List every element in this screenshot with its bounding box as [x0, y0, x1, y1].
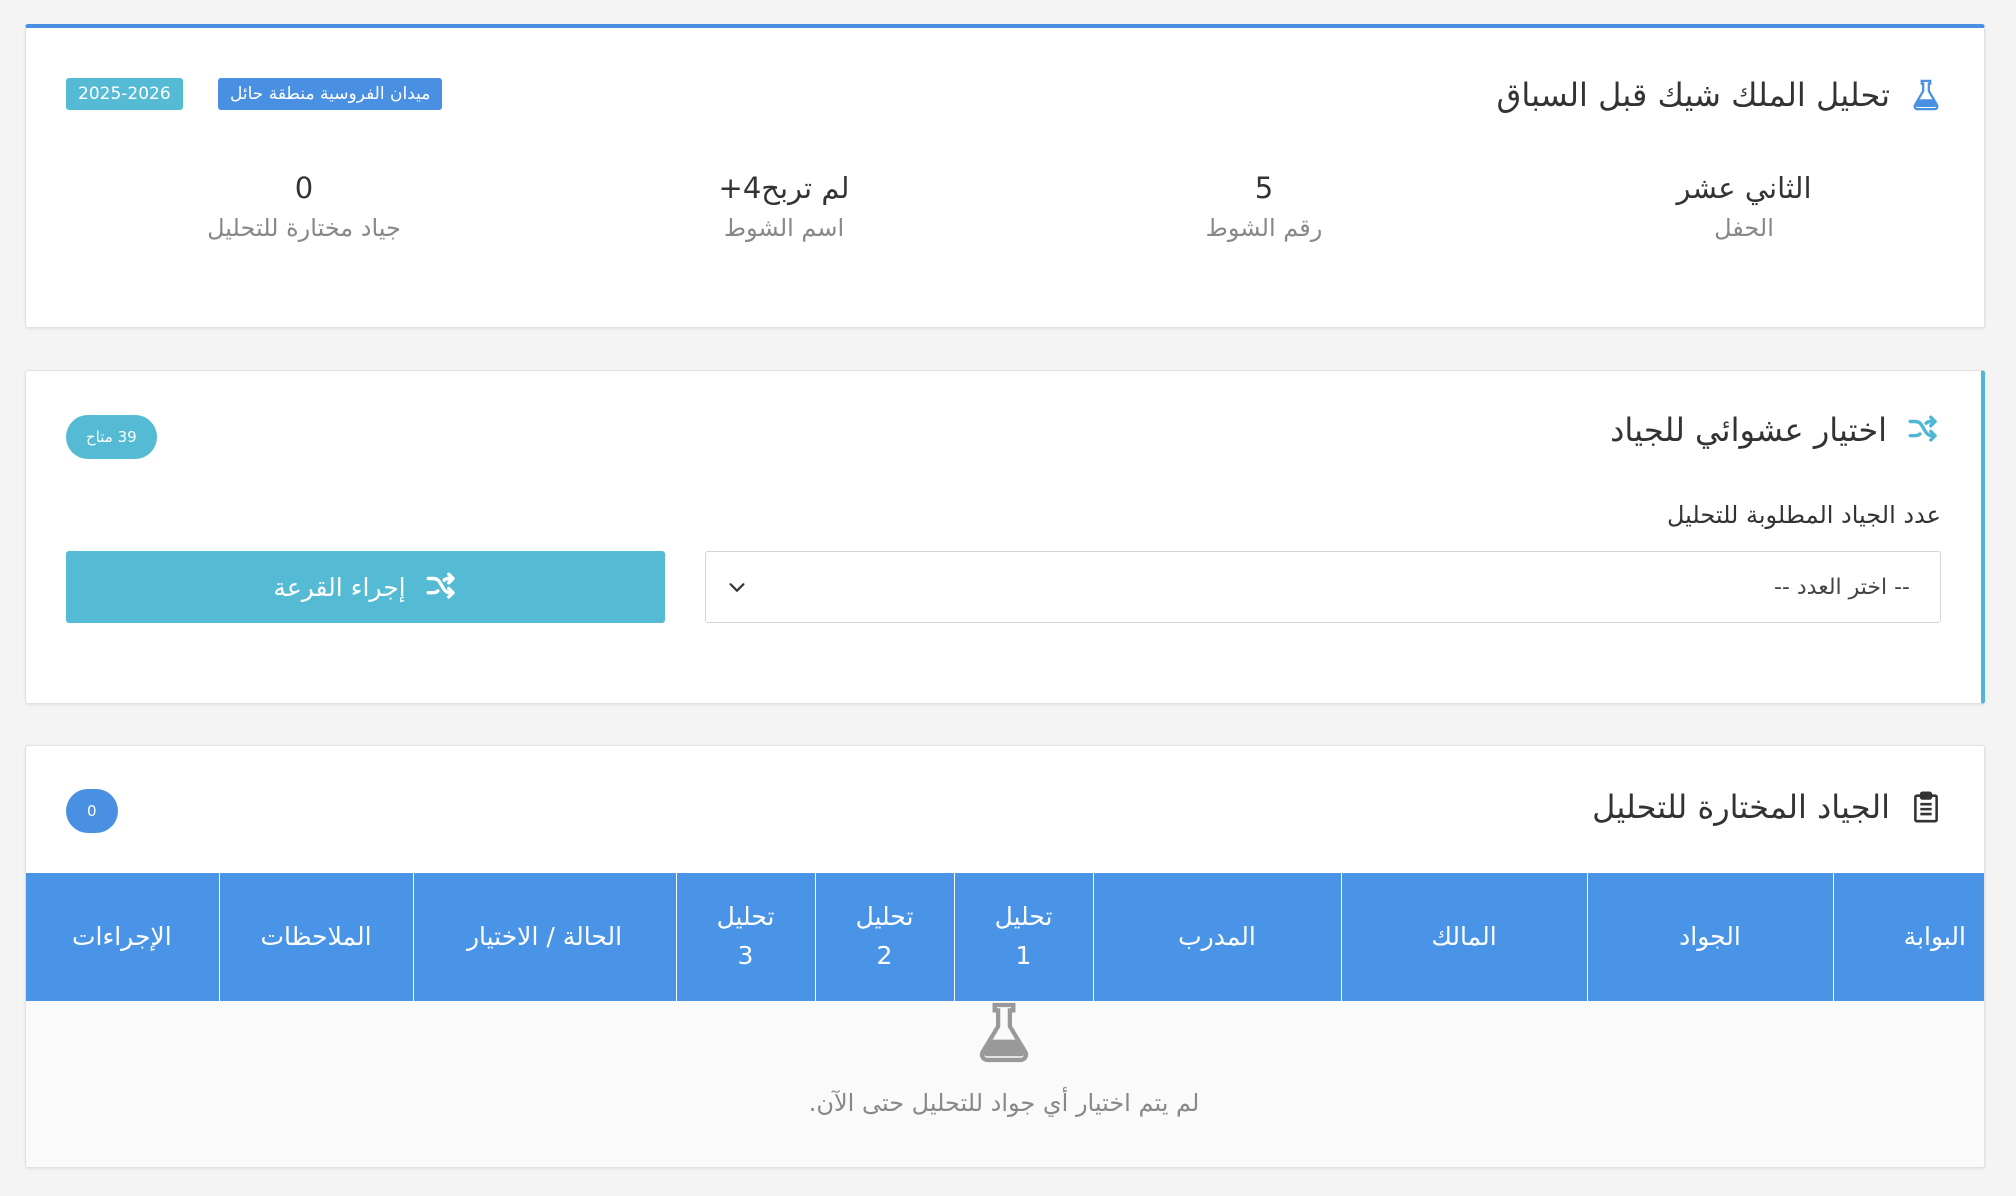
- stat-label: الحفل: [1714, 214, 1774, 242]
- analysis-card: تحليل الملك شيك قبل السباق ميدان الفروسي…: [25, 24, 1985, 328]
- stat-value: 0: [294, 171, 314, 205]
- stat-value: 5: [1254, 171, 1274, 205]
- stat-race-number: 5 رقم الشوط: [1024, 168, 1504, 242]
- empty-state: لم يتم اختيار أي جواد للتحليل حتى الآن.: [26, 1001, 1984, 1167]
- column-header: البوابة: [1832, 873, 1984, 1001]
- stat-ceremony: الثاني عشر الحفل: [1504, 168, 1984, 242]
- random-selection-card: اختيار عشوائي للجياد 39 متاح عدد الجياد …: [25, 370, 1985, 704]
- venue-badge: ميدان الفروسية منطقة حائل: [218, 78, 443, 110]
- selected-horses-card: الجياد المختارة للتحليل 0 البوابة الجواد…: [25, 745, 1985, 1168]
- analysis-card-title: تحليل الملك شيك قبل السباق: [1496, 76, 1890, 114]
- column-header: المالك: [1340, 873, 1587, 1001]
- shuffle-icon: [424, 570, 458, 604]
- chevron-down-icon: [726, 576, 748, 598]
- available-badge: 39 متاح: [66, 415, 157, 459]
- stat-value: الثاني عشر: [1676, 171, 1812, 205]
- random-card-title: اختيار عشوائي للجياد: [1610, 411, 1887, 449]
- column-header: تحليل 3: [675, 873, 815, 1001]
- selected-horses-table: البوابة الجواد المالك المدرب تحليل 1 تحلي…: [26, 873, 1984, 1001]
- column-header: تحليل 2: [814, 873, 954, 1001]
- random-card-header: اختيار عشوائي للجياد: [1610, 411, 1941, 449]
- column-header: تحليل 1: [953, 873, 1093, 1001]
- column-header: الإجراءات: [26, 873, 219, 1001]
- empty-message: لم يتم اختيار أي جواد للتحليل حتى الآن.: [808, 1089, 1200, 1117]
- column-header: المدرب: [1092, 873, 1341, 1001]
- horse-count-select-value: -- اختر العدد --: [1774, 574, 1910, 600]
- column-header: الجواد: [1586, 873, 1833, 1001]
- stat-value: لم تربح4+: [718, 171, 850, 205]
- column-header: الملاحظات: [218, 873, 413, 1001]
- horse-count-label: عدد الجياد المطلوبة للتحليل: [1667, 501, 1941, 529]
- stat-label: اسم الشوط: [723, 214, 845, 242]
- selected-card-header: الجياد المختارة للتحليل: [1592, 788, 1944, 826]
- stat-selected-horses: 0 جياد مختارة للتحليل: [64, 168, 544, 242]
- flask-icon: [1908, 77, 1944, 113]
- stat-label: رقم الشوط: [1205, 214, 1323, 242]
- draw-button[interactable]: إجراء القرعة: [66, 551, 665, 623]
- draw-button-label: إجراء القرعة: [273, 572, 406, 602]
- selected-card-title: الجياد المختارة للتحليل: [1592, 788, 1890, 826]
- season-badge: 2025-2026: [66, 78, 183, 110]
- selected-count-badge: 0: [66, 789, 118, 833]
- table-header-row: البوابة الجواد المالك المدرب تحليل 1 تحلي…: [26, 873, 1984, 1001]
- analysis-card-header: تحليل الملك شيك قبل السباق: [1497, 76, 1944, 114]
- race-stats: الثاني عشر الحفل 5 رقم الشوط لم تربح4+ ا…: [24, 168, 1984, 242]
- stat-race-name: لم تربح4+ اسم الشوط: [544, 168, 1024, 242]
- horse-count-select[interactable]: -- اختر العدد --: [705, 551, 1941, 623]
- stat-label: جياد مختارة للتحليل: [207, 214, 401, 242]
- column-header: الحالة / الاختيار: [412, 873, 676, 1001]
- clipboard-icon: [1908, 789, 1944, 825]
- shuffle-icon: [1905, 412, 1941, 448]
- flask-icon: [972, 1001, 1036, 1065]
